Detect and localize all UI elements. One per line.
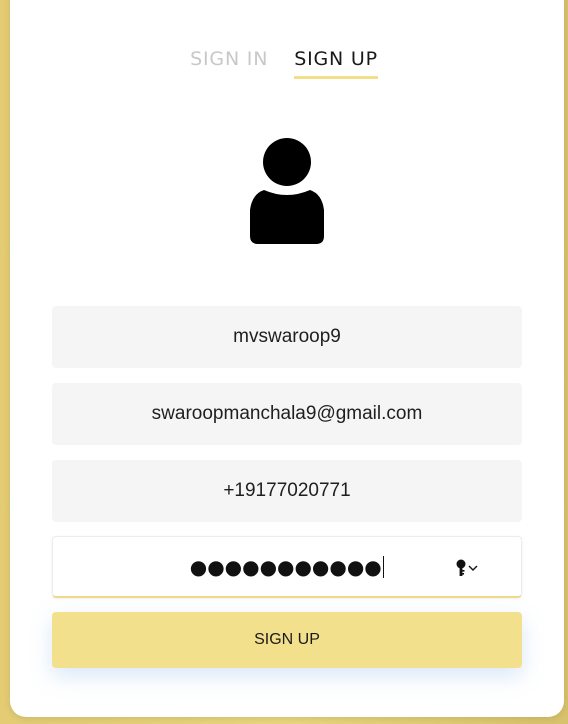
phone-field[interactable]: +19177020771 [52,460,522,522]
email-value: swaroopmanchala9@gmail.com [151,403,423,424]
sign-up-button[interactable]: SIGN UP [52,612,522,668]
email-field[interactable]: swaroopmanchala9@gmail.com [52,383,522,445]
password-value: ●●●●●●●●●●● [189,554,382,579]
phone-value: +19177020771 [223,480,351,501]
key-icon [456,559,466,576]
password-field[interactable]: ●●●●●●●●●●● [52,536,522,598]
tab-sign-in[interactable]: SIGN IN [190,48,268,79]
password-manager-button[interactable] [455,557,481,579]
auth-tabs: SIGN IN SIGN UP [0,48,568,79]
username-value: mvswaroop9 [233,326,341,347]
username-field[interactable]: mvswaroop9 [52,306,522,368]
text-caret [382,555,385,578]
user-avatar-icon [250,138,324,244]
chevron-down-icon [468,565,478,571]
tab-sign-up[interactable]: SIGN UP [294,48,378,79]
